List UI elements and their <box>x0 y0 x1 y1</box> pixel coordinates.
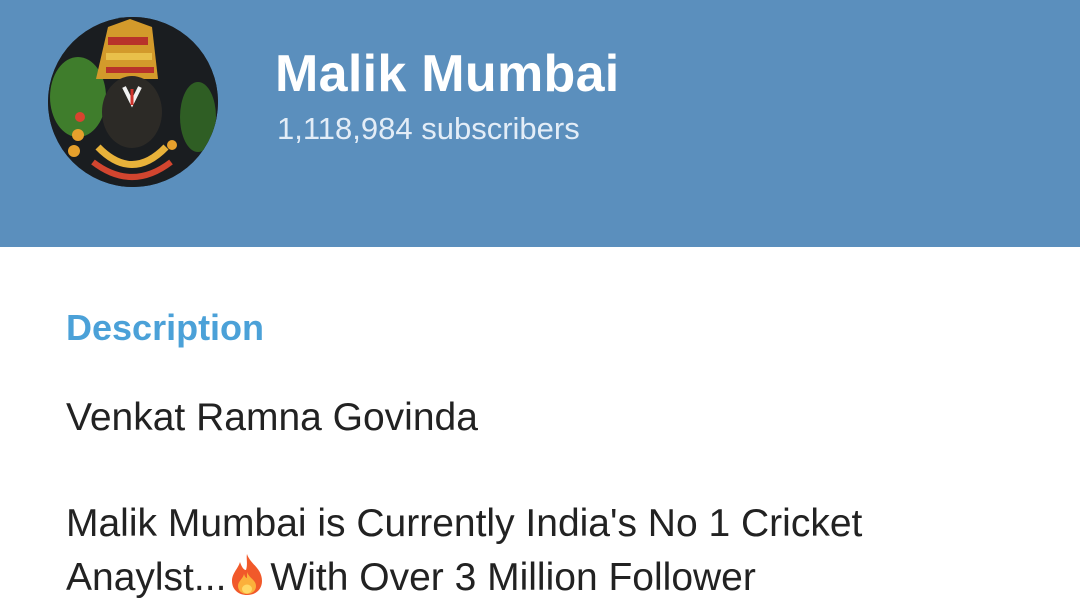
description-heading: Description <box>66 307 265 348</box>
description-line-3-start: Anaylst... <box>66 556 227 599</box>
description-line-1: Venkat Ramna Govinda <box>66 396 478 439</box>
description-line-2: Malik Mumbai is Currently India's No 1 C… <box>66 502 863 545</box>
channel-title: Malik Mumbai <box>275 45 620 103</box>
channel-avatar[interactable] <box>48 17 218 187</box>
description-line-3: Anaylst... With Over 3 Million Follower <box>66 551 1026 611</box>
subscriber-count: 1,118,984 subscribers <box>277 111 580 146</box>
deity-portrait-icon <box>48 17 218 187</box>
channel-header: Malik Mumbai 1,118,984 subscribers <box>0 0 1080 247</box>
description-line-3-end: With Over 3 Million Follower <box>270 556 756 599</box>
fire-emoji-icon <box>228 552 266 611</box>
description-body: Malik Mumbai is Currently India's No 1 C… <box>66 497 1026 611</box>
